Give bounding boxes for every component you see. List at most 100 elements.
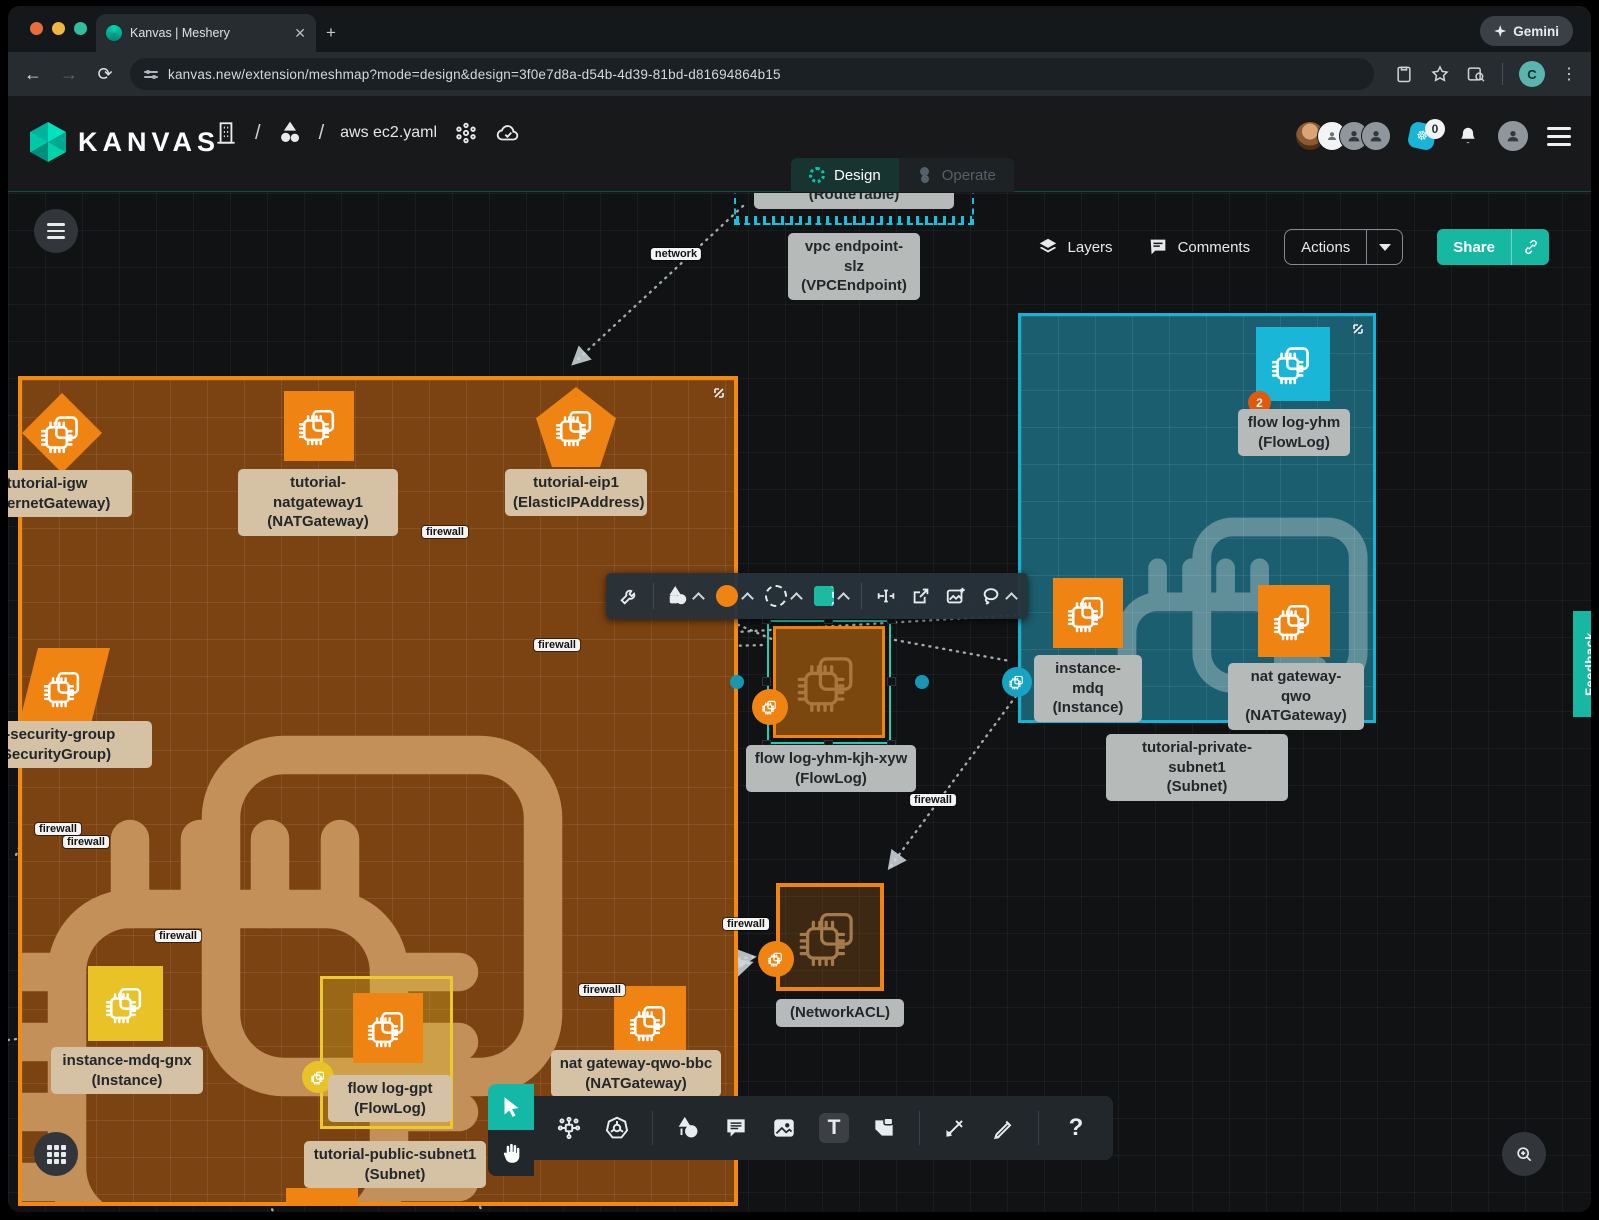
bookmark-star-icon[interactable] (1430, 64, 1450, 84)
border-style-button[interactable] (765, 585, 801, 607)
connection-handle[interactable] (915, 675, 929, 689)
gemini-button[interactable]: Gemini (1480, 16, 1573, 46)
fill-color-button[interactable] (716, 585, 752, 607)
node-flow-log-yhm[interactable] (1256, 327, 1330, 401)
node-instance-mdq[interactable] (1053, 578, 1123, 648)
text-tool-button[interactable]: T (819, 1113, 849, 1143)
comment-tool-icon[interactable] (723, 1115, 749, 1141)
new-tab-button[interactable]: + (326, 24, 336, 41)
node-label-tutorial-public-subnet1[interactable]: tutorial-public-subnet1(Subnet) (304, 1141, 486, 1188)
image-tool-icon[interactable] (771, 1115, 797, 1141)
back-button[interactable]: ← (22, 64, 44, 85)
freehand-tool-icon[interactable] (990, 1115, 1016, 1141)
feedback-button[interactable]: Feedback (1573, 611, 1591, 717)
shape-picker-button[interactable] (667, 585, 703, 607)
node-label-flow-log-gpt[interactable]: flow log-gpt(FlowLog) (328, 1075, 452, 1122)
app-menu-icon[interactable] (1547, 127, 1571, 146)
node-label-tutorial-natgateway1[interactable]: tutorial-natgateway1(NATGateway) (238, 469, 398, 536)
shapes-tool-icon[interactable] (675, 1115, 701, 1141)
node-label-tutorial-igw[interactable]: tutorial-igw(InternetGateway) (8, 470, 132, 517)
kanvas-logo-icon[interactable] (30, 122, 66, 162)
node-label-security-group[interactable]: al-security-group(SecurityGroup) (8, 721, 152, 768)
node-label-routetable[interactable]: (RouteTable) (754, 193, 954, 209)
user-avatar[interactable] (1497, 120, 1529, 152)
select-tool-button[interactable] (488, 1084, 534, 1130)
reload-button[interactable]: ⟳ (94, 64, 116, 85)
edge-tool-icon[interactable] (942, 1115, 968, 1141)
kubernetes-icon[interactable] (604, 1115, 630, 1141)
layers-button[interactable]: Layers (1037, 236, 1113, 258)
collaborator-avatars[interactable] (1295, 121, 1391, 151)
resize-handle[interactable] (762, 677, 771, 686)
swatch-style-button[interactable] (814, 586, 848, 606)
canvas-menu-button[interactable] (34, 209, 78, 253)
cloud-sync-icon[interactable] (495, 120, 521, 146)
close-window-button[interactable] (30, 22, 43, 35)
actions-button[interactable]: Actions (1284, 229, 1403, 265)
notifications-bell-icon[interactable] (1457, 125, 1479, 147)
tab-operate[interactable]: Operate (899, 158, 1014, 192)
subnet-port-badge[interactable] (1002, 667, 1032, 697)
lasso-tool-button[interactable] (980, 585, 1016, 607)
browser-tab[interactable]: Kanvas | Meshery ✕ (96, 14, 316, 52)
tab-design[interactable]: Design (791, 158, 899, 192)
node-label-instance-mdq-gnx[interactable]: instance-mdq-gnx(Instance) (51, 1047, 203, 1094)
add-image-icon[interactable] (945, 585, 967, 607)
node-body[interactable] (773, 626, 885, 738)
node-nat-gateway-qwo[interactable] (1258, 585, 1330, 657)
node-label-nat-gateway-qwo-bbc[interactable]: nat gateway-qwo-bbc(NATGateway) (551, 1050, 721, 1097)
comments-button[interactable]: Comments (1147, 236, 1251, 258)
pan-tool-button[interactable] (488, 1130, 534, 1176)
actions-dropdown-icon[interactable] (1366, 230, 1402, 264)
maximize-window-button[interactable] (74, 22, 87, 35)
copy-link-icon[interactable] (1511, 229, 1549, 265)
node-label-networkacl[interactable]: (NetworkACL) (776, 999, 904, 1027)
node-clipped-bottom[interactable] (286, 1188, 358, 1206)
note-tool-icon[interactable] (871, 1115, 897, 1141)
zoom-button[interactable] (1502, 1132, 1546, 1176)
forward-button[interactable]: → (58, 64, 80, 85)
node-instance-mdq-gnx[interactable] (88, 966, 163, 1041)
connection-handle[interactable] (730, 675, 744, 689)
help-button[interactable]: ? (1061, 1113, 1091, 1143)
tab-search-icon[interactable] (1466, 64, 1486, 84)
provider-status-badge[interactable]: ☸ 0 (1409, 121, 1439, 151)
close-tab-icon[interactable]: ✕ (294, 25, 306, 42)
profile-avatar[interactable]: C (1519, 61, 1545, 87)
organization-icon[interactable] (213, 120, 239, 146)
edge-label-firewall: firewall (155, 930, 201, 942)
open-in-new-icon[interactable] (910, 585, 932, 607)
node-label-instance-mdq[interactable]: instance-mdq(Instance) (1034, 655, 1142, 722)
node-nat-gateway-qwo-bbc[interactable] (614, 986, 686, 1058)
node-networkacl[interactable] (776, 883, 884, 991)
collapse-icon[interactable] (712, 386, 726, 400)
address-bar[interactable]: kanvas.new/extension/meshmap?mode=design… (130, 58, 1374, 90)
workspace-icon[interactable] (277, 120, 303, 146)
node-tutorial-natgateway1[interactable] (284, 391, 354, 461)
selected-node-flow-log-yhm-kjh-xyw[interactable] (767, 620, 891, 744)
site-settings-icon[interactable] (144, 71, 158, 78)
share-button[interactable]: Share (1437, 229, 1549, 265)
node-label-nat-gateway-qwo[interactable]: nat gateway-qwo(NATGateway) (1228, 663, 1364, 730)
rename-icon[interactable] (875, 585, 897, 607)
browser-menu-icon[interactable]: ⋮ (1561, 64, 1577, 84)
minimize-window-button[interactable] (52, 22, 65, 35)
resize-handle[interactable] (887, 677, 896, 686)
configure-wrench-icon[interactable] (618, 585, 640, 607)
node-flow-log-gpt[interactable] (353, 993, 423, 1063)
node-label-flow-log-yhm[interactable]: flow log-yhm(FlowLog) (1238, 409, 1350, 456)
flow-log-badge[interactable] (752, 689, 788, 725)
apps-grid-button[interactable] (34, 1132, 78, 1176)
extensions-icon[interactable] (453, 120, 479, 146)
bookmark-panel-icon[interactable] (1394, 64, 1414, 84)
node-label-flow-log-yhm-kjh-xyw[interactable]: flow log-yhm-kjh-xyw(FlowLog) (746, 745, 916, 792)
design-file-name[interactable]: aws ec2.yaml (340, 124, 437, 142)
node-label-vpc-endpoint[interactable]: vpc endpoint-slz(VPCEndpoint) (788, 233, 920, 300)
networkacl-badge[interactable] (758, 941, 794, 977)
node-label-tutorial-eip1[interactable]: tutorial-eip1(ElasticIPAddress) (505, 469, 647, 516)
design-canvas[interactable]: (RouteTable) vpc endpoint-slz(VPCEndpoin… (8, 193, 1591, 1212)
collaborator-avatar[interactable] (1361, 121, 1391, 151)
components-icon[interactable] (556, 1115, 582, 1141)
node-label-tutorial-private-subnet1[interactable]: tutorial-private-subnet1(Subnet) (1106, 734, 1288, 801)
collapse-icon[interactable] (1351, 322, 1365, 336)
